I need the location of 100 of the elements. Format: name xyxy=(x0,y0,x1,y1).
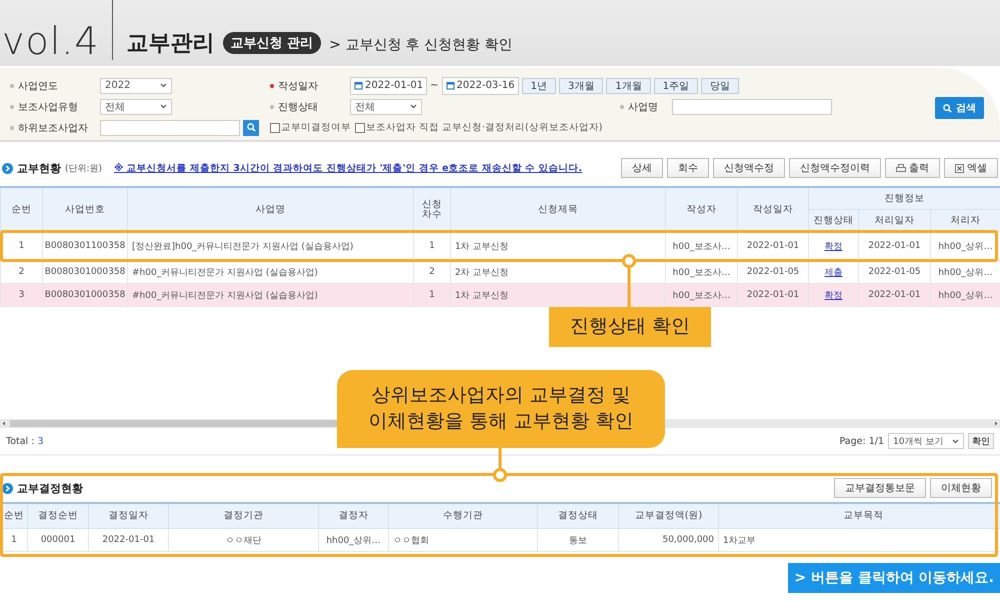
confirm-button[interactable]: 확인 xyxy=(968,433,994,449)
volume-label: vol.4 xyxy=(2,22,100,60)
table-cell: hh00_상위… xyxy=(930,284,1000,306)
date-field[interactable]: 2022-01-01 xyxy=(350,76,428,94)
checkbox[interactable] xyxy=(270,122,280,132)
column-header: 결정순번 xyxy=(28,503,88,528)
table-cell: B0080301000358 xyxy=(42,284,128,306)
table-cell: 1 xyxy=(0,528,28,552)
table-cell: #h00_커뮤니티전문가 지원사업 (실습용사업) xyxy=(128,284,414,306)
bullet-dot xyxy=(10,104,14,108)
toolbar-button[interactable]: 신청액수정이력 xyxy=(789,158,881,178)
table-cell: hh00_상위… xyxy=(318,528,388,552)
table-cell: 2022-01-01 xyxy=(858,284,930,306)
column-header: 신청제목 xyxy=(450,187,666,232)
column-header: 사업번호 xyxy=(42,187,128,232)
status-link[interactable]: 제출 xyxy=(824,268,842,278)
page-title: 교부관리 xyxy=(126,30,215,58)
column-header: 결정일자 xyxy=(88,503,168,528)
toolbar-button[interactable]: 출력 xyxy=(885,158,940,178)
table-cell: ㅇㅇ협회 xyxy=(388,528,538,552)
column-header: 결정기관 xyxy=(168,503,318,528)
column-header: 처리자 xyxy=(930,210,1000,232)
table-cell: 2022-01-01 xyxy=(88,528,168,552)
period-button[interactable]: 1개월 xyxy=(606,78,651,94)
checkbox-label: 교부미결정여부 xyxy=(281,121,351,134)
field-label: 사업명 xyxy=(628,100,658,114)
field-label: 하위보조사업자 xyxy=(18,122,88,134)
table-cell: 000001 xyxy=(28,528,88,552)
status-link[interactable]: 확정 xyxy=(824,290,842,300)
calendar-icon xyxy=(354,81,363,90)
column-header: 사업명 xyxy=(128,187,414,232)
table-cell: 50,000,000 xyxy=(618,528,718,552)
table-cell: h00_보조사… xyxy=(666,284,738,306)
hint-banner: > 버튼을 클릭하여 이동하세요. xyxy=(788,563,1000,593)
input-field[interactable] xyxy=(672,98,832,114)
field-label: 작성일자 xyxy=(278,80,318,92)
toolbar-button[interactable]: 신청액수정 xyxy=(713,158,785,178)
checkbox-label: 보조사업자 직접 교부신청·결정처리(상위보조사업자) xyxy=(366,121,602,134)
column-header: 교부목적 xyxy=(718,503,1000,528)
page-indicator: Page: 1/1 xyxy=(839,436,884,446)
select-field[interactable]: 전체 xyxy=(100,98,172,114)
table-cell: 1차 교부신청 xyxy=(450,284,666,306)
bullet-dot xyxy=(10,84,14,88)
caret-icon xyxy=(160,83,167,88)
toolbar-button[interactable]: 상세 xyxy=(621,158,663,178)
range-separator: ~ xyxy=(430,80,439,91)
column-group-header: 진행정보 xyxy=(808,187,1000,210)
search-icon xyxy=(246,123,256,132)
notice-link[interactable]: ※ 교부신청서를 제출한지 3시간이 경과하여도 진행상태가 '제출'인 경우 e호조로 재송신할 수 있습니다. xyxy=(114,162,582,174)
table-cell: 1 xyxy=(414,284,450,306)
page-subtitle: > 교부신청 후 신청현황 확인 xyxy=(329,36,513,54)
column-header: 결정상태 xyxy=(538,503,618,528)
select-field[interactable]: 2022 xyxy=(100,78,172,94)
toolbar-button[interactable]: 엑셀 xyxy=(944,158,998,178)
table-cell: ㅇㅇ재단 xyxy=(168,528,318,552)
field-label: 사업연도 xyxy=(18,80,58,92)
bullet-dot xyxy=(620,104,624,108)
bullet-dot xyxy=(270,104,274,108)
input-field[interactable] xyxy=(100,120,240,136)
checkbox[interactable] xyxy=(355,122,365,132)
field-label: 진행상태 xyxy=(278,100,318,114)
select-field[interactable]: 전체 xyxy=(350,98,422,114)
printer-icon xyxy=(896,164,906,172)
table-cell: 통보 xyxy=(538,528,618,552)
table-cell: B0080301100358 xyxy=(42,232,128,260)
caret-icon xyxy=(160,104,167,109)
toolbar-button[interactable]: 교부결정통보문 xyxy=(834,478,926,498)
period-button[interactable]: 1주일 xyxy=(654,78,698,94)
section-title: 교부현황 xyxy=(17,160,61,176)
callout-tooltip: 상위보조사업자의 교부결정 및 이체현황을 통해 교부현황 확인 xyxy=(337,370,665,448)
column-header: 교부결정액(원) xyxy=(618,503,718,528)
section-title: 교부결정현황 xyxy=(17,480,83,496)
section-badge: 교부신청 관리 xyxy=(222,32,322,54)
column-header: 신청 차수 xyxy=(414,187,450,232)
field-label: 보조사업유형 xyxy=(18,100,78,114)
date-field[interactable]: 2022-03-16 xyxy=(442,76,519,94)
period-button[interactable]: 3개월 xyxy=(559,78,604,94)
caret-icon xyxy=(410,104,417,109)
toolbar-button[interactable]: 회수 xyxy=(667,158,709,178)
period-button[interactable]: 당일 xyxy=(701,78,740,94)
caret-icon xyxy=(952,438,959,444)
bullet-dot xyxy=(10,126,14,130)
table-cell: 2022-01-01 xyxy=(738,284,808,306)
leader-line xyxy=(622,254,636,308)
search-button[interactable]: 검색 xyxy=(935,97,984,119)
page-size-select[interactable]: 10개씩 보기 xyxy=(888,433,964,449)
column-header: 작성자 xyxy=(666,187,738,232)
unit-label: (단위:원) xyxy=(65,162,102,174)
period-button[interactable]: 1년 xyxy=(522,78,556,94)
column-header: 작성일자 xyxy=(738,187,808,232)
excel-icon xyxy=(955,164,964,172)
calendar-icon xyxy=(446,81,455,90)
leader-line xyxy=(493,446,507,483)
search-button[interactable] xyxy=(243,120,259,136)
column-header: 처리일자 xyxy=(858,210,930,232)
toolbar-button[interactable]: 이체현황 xyxy=(930,478,992,498)
status-link[interactable]: 확정 xyxy=(824,242,842,252)
total-count: Total : 3 xyxy=(6,436,44,446)
search-icon xyxy=(943,104,952,112)
table-cell: 3 xyxy=(0,284,42,306)
